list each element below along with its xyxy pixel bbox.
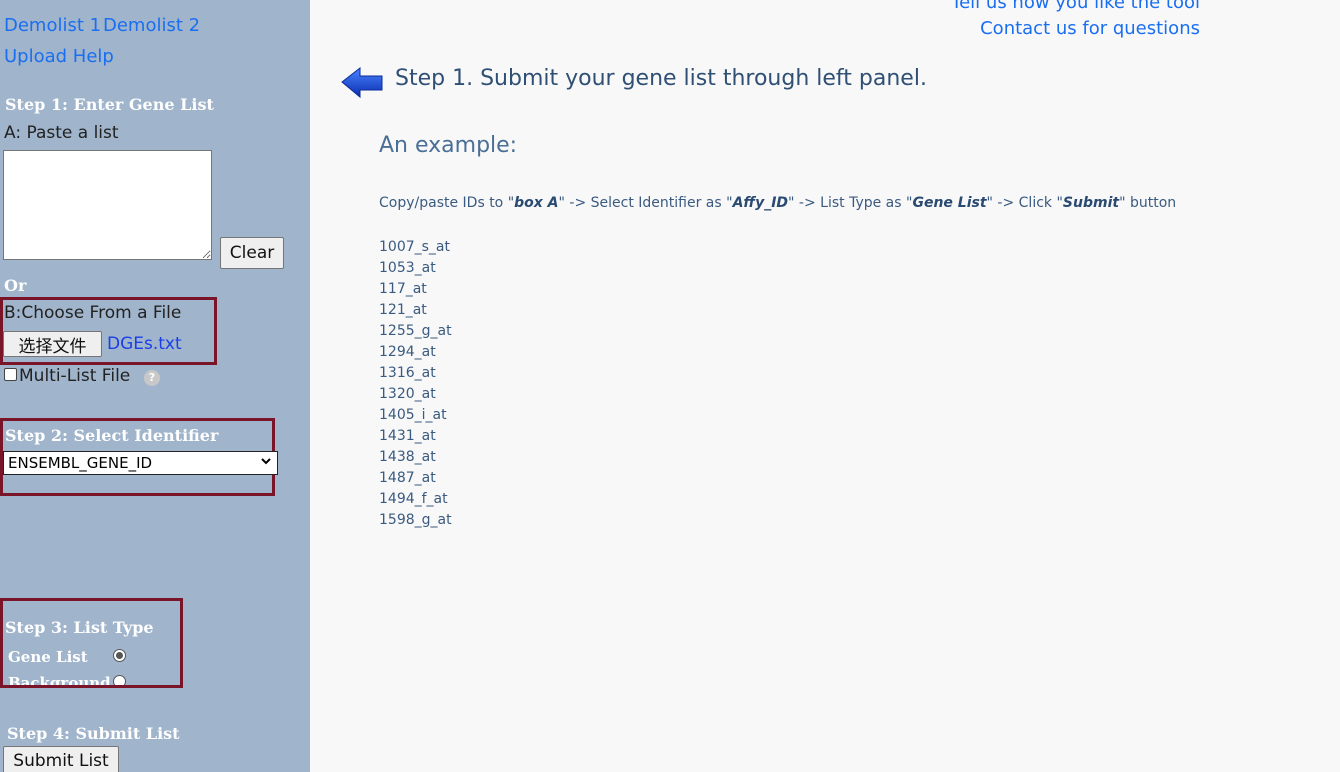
selected-file-name: DGEs.txt xyxy=(107,334,182,354)
list-item: 1494_f_at xyxy=(379,491,448,507)
list-item: 1598_g_at xyxy=(379,512,452,528)
clear-button[interactable]: Clear xyxy=(220,237,284,269)
demolist-2-link[interactable]: Demolist 2 xyxy=(103,15,200,36)
background-label: Background xyxy=(8,674,111,685)
step1-heading: Step 1: Enter Gene List xyxy=(5,95,214,114)
multi-list-label: Multi-List File xyxy=(19,366,131,386)
gene-list-radio[interactable] xyxy=(113,649,126,662)
identifier-select[interactable]: ENSEMBL_GENE_ID xyxy=(3,451,278,475)
feedback-link[interactable]: Tell us how you like the tool xyxy=(951,0,1200,13)
choose-file-button[interactable]: 选择文件 xyxy=(3,331,102,357)
list-item: 1405_i_at xyxy=(379,407,447,423)
step1-instruction: Step 1. Submit your gene list through le… xyxy=(395,66,927,91)
list-item: 1316_at xyxy=(379,365,436,381)
example-instruction: Copy/paste IDs to "box A" -> Select Iden… xyxy=(379,195,1176,211)
step3-heading: Step 3: List Type xyxy=(5,618,154,637)
upload-help-link[interactable]: Upload Help xyxy=(4,46,114,67)
instruction-text: " -> Click " xyxy=(986,195,1063,211)
contact-link[interactable]: Contact us for questions xyxy=(980,18,1200,39)
multi-list-checkbox[interactable] xyxy=(4,368,17,381)
question-circle-icon[interactable]: ? xyxy=(144,370,160,386)
background-radio[interactable] xyxy=(113,675,126,685)
list-item: 1294_at xyxy=(379,344,436,360)
instruction-emphasis: Gene List xyxy=(912,195,987,211)
background-option-clip: Background xyxy=(0,672,180,685)
choose-file-label: B:Choose From a File xyxy=(4,303,182,323)
list-item: 1320_at xyxy=(379,386,436,402)
list-item: 1431_at xyxy=(379,428,436,444)
submit-list-button[interactable]: Submit List xyxy=(3,746,119,772)
list-item: 1007_s_at xyxy=(379,239,450,255)
example-id-list: 1007_s_at 1053_at 117_at 121_at 1255_g_a… xyxy=(379,237,452,531)
left-arrow-icon xyxy=(340,64,384,104)
list-item: 1255_g_at xyxy=(379,323,452,339)
example-heading: An example: xyxy=(379,133,518,158)
list-item: 1438_at xyxy=(379,449,436,465)
list-item: 121_at xyxy=(379,302,427,318)
instruction-emphasis: Submit xyxy=(1062,195,1120,211)
gene-list-textarea[interactable] xyxy=(3,150,212,260)
chevron-down-icon xyxy=(260,455,272,470)
list-item: 1053_at xyxy=(379,260,436,276)
list-item: 1487_at xyxy=(379,470,436,486)
demolist-1-link[interactable]: Demolist 1 xyxy=(4,15,101,36)
instruction-text: " button xyxy=(1119,195,1177,211)
or-label: Or xyxy=(4,276,27,295)
step2-heading: Step 2: Select Identifier xyxy=(5,426,219,445)
list-item: 117_at xyxy=(379,281,427,297)
instruction-emphasis: Affy_ID xyxy=(732,195,789,211)
left-panel: Demolist 1 Demolist 2 Upload Help Step 1… xyxy=(0,0,310,772)
instruction-emphasis: box A xyxy=(514,195,559,211)
instruction-text: Copy/paste IDs to " xyxy=(379,195,515,211)
main-content: Tell us how you like the tool Contact us… xyxy=(310,0,1340,772)
gene-list-label: Gene List xyxy=(8,648,88,666)
instruction-text: " -> List Type as " xyxy=(788,195,913,211)
paste-label: A: Paste a list xyxy=(4,123,119,143)
identifier-select-value: ENSEMBL_GENE_ID xyxy=(8,454,153,472)
step4-heading: Step 4: Submit List xyxy=(7,724,180,743)
instruction-text: " -> Select Identifier as " xyxy=(558,195,733,211)
